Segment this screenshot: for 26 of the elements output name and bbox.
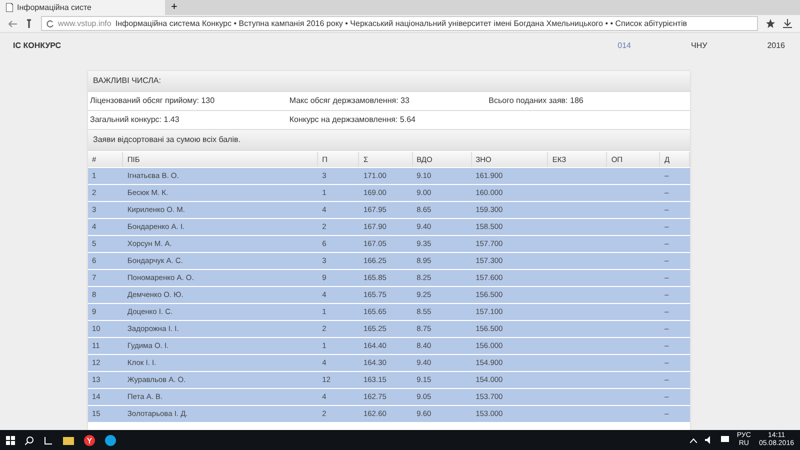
sort-note: Заяви відсортовані за сумою всіх балів. (88, 130, 690, 151)
back-icon[interactable] (8, 20, 17, 28)
start-icon[interactable] (6, 436, 15, 444)
panel-title: ВАЖЛИВІ ЧИСЛА: (88, 71, 690, 92)
search-icon[interactable] (25, 436, 34, 444)
stat-text: Загальний конкурс: 1.43 (90, 115, 180, 124)
stat-text: Всього поданих заяв: 186 (488, 96, 584, 105)
star-icon[interactable] (766, 19, 775, 28)
browser-app-icon[interactable] (84, 434, 95, 446)
stat-text: Ліцензований обсяг прийому: 130 (90, 96, 215, 105)
browser-tab[interactable]: Інформаційна систе (0, 0, 165, 15)
download-icon[interactable] (783, 19, 792, 28)
chat-app-icon[interactable] (105, 434, 116, 446)
stat-text: Макс обсяг держзамовлення: 33 (289, 96, 410, 105)
nav-link[interactable]: 2016 (767, 40, 785, 52)
address-field[interactable]: www.vstup.info Інформаційна система Конкурс • Вступна кампанія 2016 року • Черкаський національний університет імені Богдана Хмельницького • • Список абітурієнтів (41, 16, 758, 31)
page-icon (6, 3, 13, 12)
nav-link[interactable]: ЧНУ (691, 40, 708, 52)
stat-text: Конкурс на держзамовлення: 5.64 (289, 115, 416, 124)
folder-icon[interactable] (63, 436, 74, 444)
chevron-up-icon[interactable] (690, 438, 697, 442)
site-brand[interactable]: ІС КОНКУРС (13, 40, 62, 52)
speaker-icon[interactable] (704, 436, 713, 444)
nav-link[interactable]: 014 (618, 40, 631, 52)
new-tab-button[interactable]: + (165, 0, 184, 15)
reload-icon (46, 20, 54, 28)
